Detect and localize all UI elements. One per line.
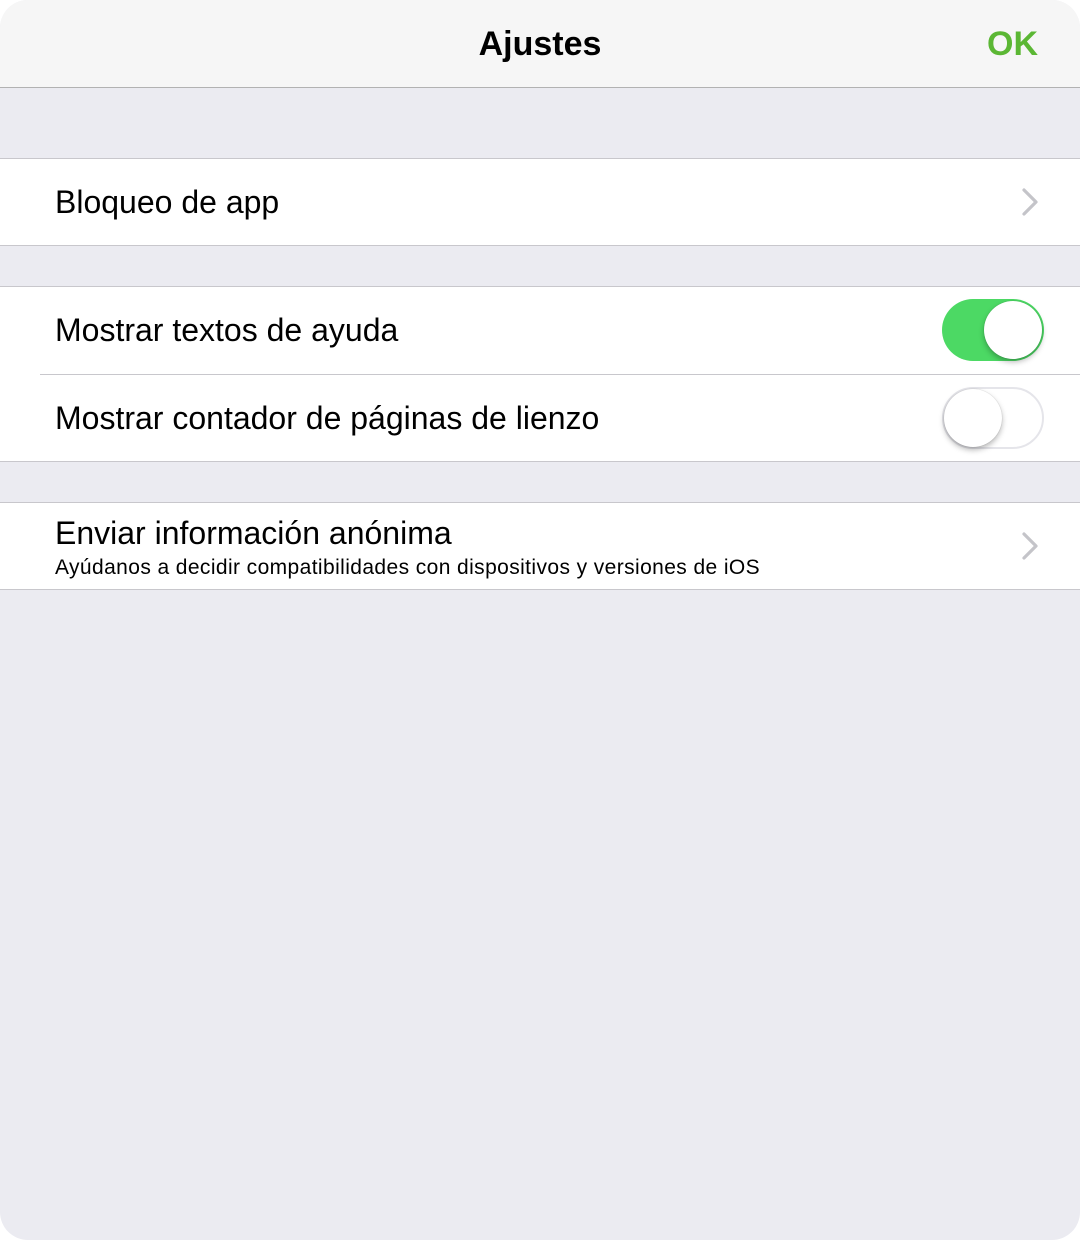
help-texts-row: Mostrar textos de ayuda (0, 287, 1080, 374)
ok-button[interactable]: OK (987, 0, 1038, 88)
help-texts-label: Mostrar textos de ayuda (55, 312, 399, 348)
settings-sheet: Ajustes OK Bloqueo de app Mostrar textos… (0, 0, 1080, 1240)
toggle-knob (984, 301, 1042, 359)
app-lock-row[interactable]: Bloqueo de app (0, 159, 1080, 246)
page-counter-label: Mostrar contador de páginas de lienzo (55, 400, 600, 436)
page-title: Ajustes (478, 25, 602, 63)
help-texts-toggle[interactable] (942, 299, 1044, 361)
page-counter-row: Mostrar contador de páginas de lienzo (0, 375, 1080, 462)
chevron-right-icon (1022, 188, 1038, 216)
app-lock-group: Bloqueo de app (0, 158, 1080, 246)
analytics-title: Enviar información anónima (55, 515, 452, 551)
navigation-bar: Ajustes OK (0, 0, 1080, 88)
display-options-group: Mostrar textos de ayuda Mostrar contador… (0, 286, 1080, 462)
page-counter-toggle[interactable] (942, 387, 1044, 449)
analytics-subtitle: Ayúdanos a decidir compatibilidades con … (55, 556, 761, 579)
analytics-group: Enviar información anónima Ayúdanos a de… (0, 502, 1080, 590)
app-lock-label: Bloqueo de app (55, 184, 280, 220)
analytics-row[interactable]: Enviar información anónima Ayúdanos a de… (0, 503, 1080, 590)
toggle-knob (944, 389, 1002, 447)
chevron-right-icon (1022, 532, 1038, 560)
